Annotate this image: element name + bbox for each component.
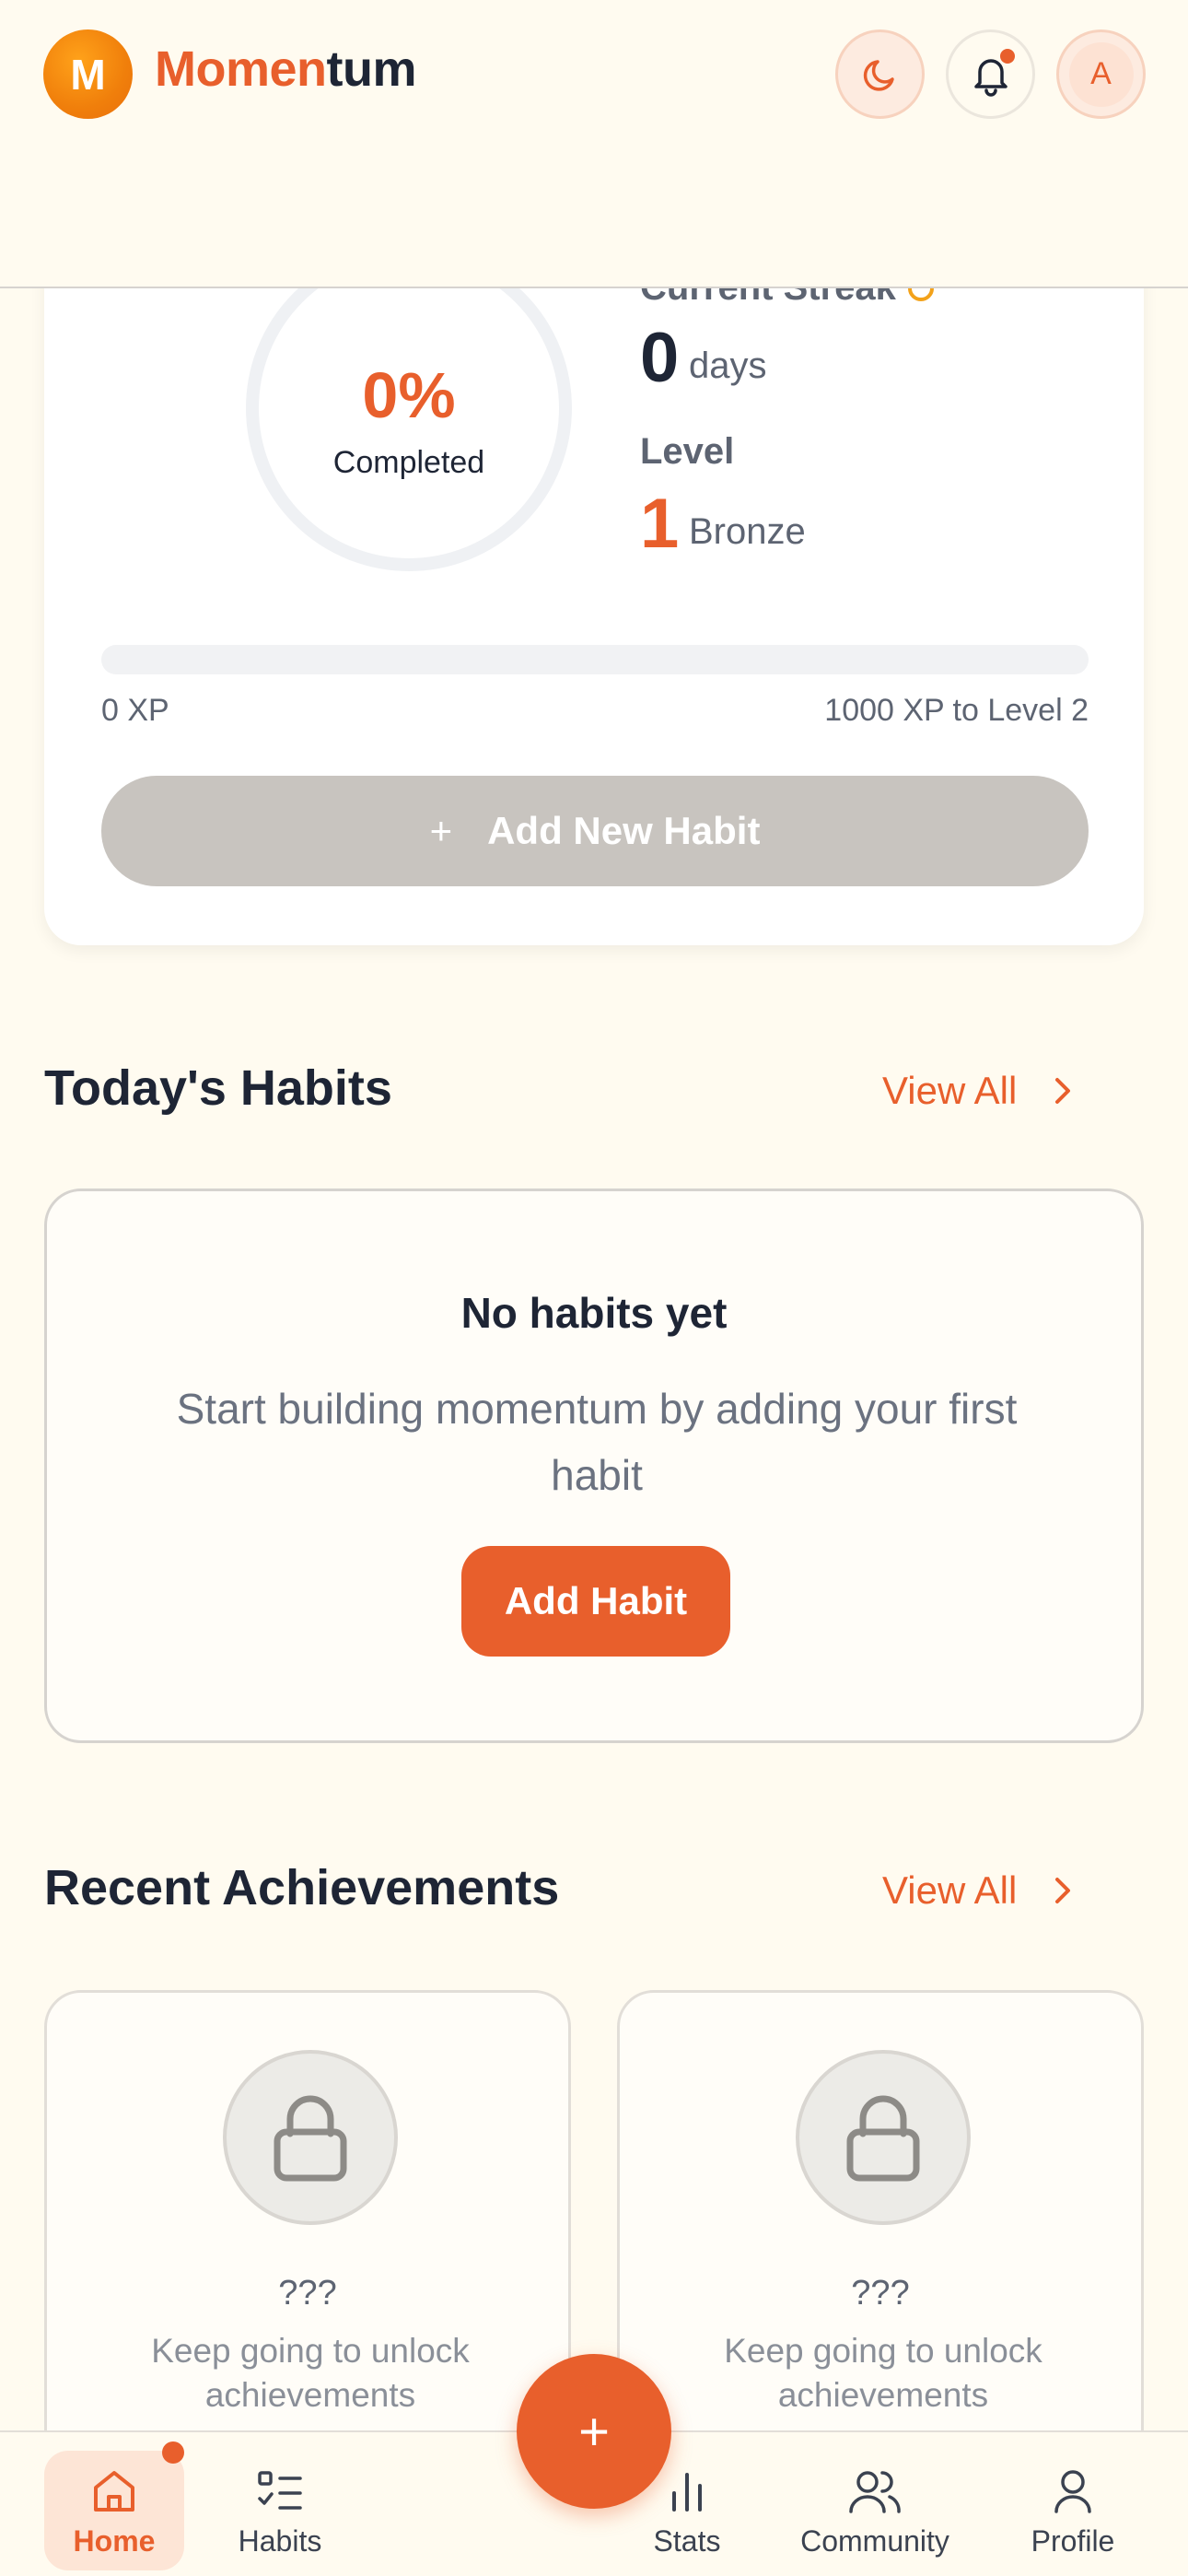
nav-label: Habits xyxy=(238,2524,322,2558)
recent-achievements-title: Recent Achievements xyxy=(44,1860,560,1915)
empty-habits-description: Start building momentum by adding your f… xyxy=(176,1385,1018,1499)
completion-label: Completed xyxy=(332,445,485,480)
lock-icon xyxy=(274,2095,347,2182)
quick-add-fab[interactable]: + xyxy=(517,2354,671,2509)
nav-label: Community xyxy=(800,2524,949,2558)
xp-progress-bar xyxy=(101,645,1089,674)
chevron-right-icon xyxy=(1055,1078,1071,1104)
empty-habits-card: No habits yet Start building momentum by… xyxy=(44,1188,1144,1743)
level-label: Level xyxy=(640,431,735,472)
empty-habits-title: No habits yet xyxy=(460,1289,728,1337)
plus-icon: + xyxy=(429,809,453,852)
nav-label: Home xyxy=(73,2524,156,2558)
nav-item-home[interactable]: Home xyxy=(44,2451,184,2570)
achievement-badge xyxy=(796,2050,971,2225)
streak-value: 0 xyxy=(640,319,680,397)
brand-name-part1: Momen xyxy=(155,41,327,97)
view-all-label: View All xyxy=(882,1069,1018,1112)
achievements-view-all[interactable]: View All xyxy=(882,1868,1076,1913)
avatar: A xyxy=(1068,41,1134,107)
nav-label: Profile xyxy=(1031,2524,1115,2558)
logo-badge[interactable]: M xyxy=(43,29,133,119)
chevron-right-icon xyxy=(1055,1878,1071,1903)
add-new-habit-button[interactable]: + Add New Habit xyxy=(101,776,1089,886)
view-all-label: View All xyxy=(882,1868,1018,1912)
users-icon xyxy=(849,2471,901,2513)
brand-name-part2: tum xyxy=(326,41,417,97)
completion-percent: 0% xyxy=(362,359,456,431)
stats-card: 0% Completed Current Streak 0 days Level… xyxy=(44,184,1144,945)
moon-icon xyxy=(863,59,894,91)
add-new-habit-label: Add New Habit xyxy=(487,809,761,852)
xp-target: 1000 XP to Level 2 xyxy=(824,693,1089,728)
brand-name[interactable]: Momentum xyxy=(155,41,416,98)
theme-toggle-button[interactable] xyxy=(835,29,925,119)
achievement-name: ??? xyxy=(851,2274,910,2313)
avatar-button[interactable]: A xyxy=(1056,29,1146,119)
achievement-description: Keep going to unlock achievements xyxy=(151,2332,470,2414)
user-icon xyxy=(1054,2470,1091,2513)
level-value: 1 xyxy=(640,485,680,563)
nav-item-community[interactable]: Community xyxy=(792,2451,958,2570)
streak-unit: days xyxy=(689,345,767,386)
nav-item-habits[interactable]: Habits xyxy=(206,2451,354,2570)
home-notification-dot xyxy=(162,2441,184,2464)
xp-current: 0 XP xyxy=(101,693,169,728)
achievement-badge xyxy=(223,2050,398,2225)
achievement-name: ??? xyxy=(278,2274,337,2313)
list-check-icon xyxy=(258,2471,302,2510)
completion-ring: 0% Completed xyxy=(243,242,575,574)
nav-item-profile[interactable]: Profile xyxy=(999,2451,1147,2570)
notification-dot xyxy=(1000,49,1015,64)
app-header: M Momentum A xyxy=(0,0,1188,288)
todays-habits-view-all[interactable]: View All xyxy=(882,1069,1076,1113)
add-habit-button[interactable]: Add Habit xyxy=(461,1546,730,1657)
nav-label: Stats xyxy=(653,2524,721,2558)
home-icon xyxy=(94,2471,134,2512)
todays-habits-title: Today's Habits xyxy=(44,1060,392,1116)
lock-icon xyxy=(846,2095,920,2182)
notifications-button[interactable] xyxy=(946,29,1035,119)
bar-chart-icon xyxy=(672,2473,702,2512)
level-name: Bronze xyxy=(689,511,806,552)
achievement-description: Keep going to unlock achievements xyxy=(724,2332,1042,2414)
